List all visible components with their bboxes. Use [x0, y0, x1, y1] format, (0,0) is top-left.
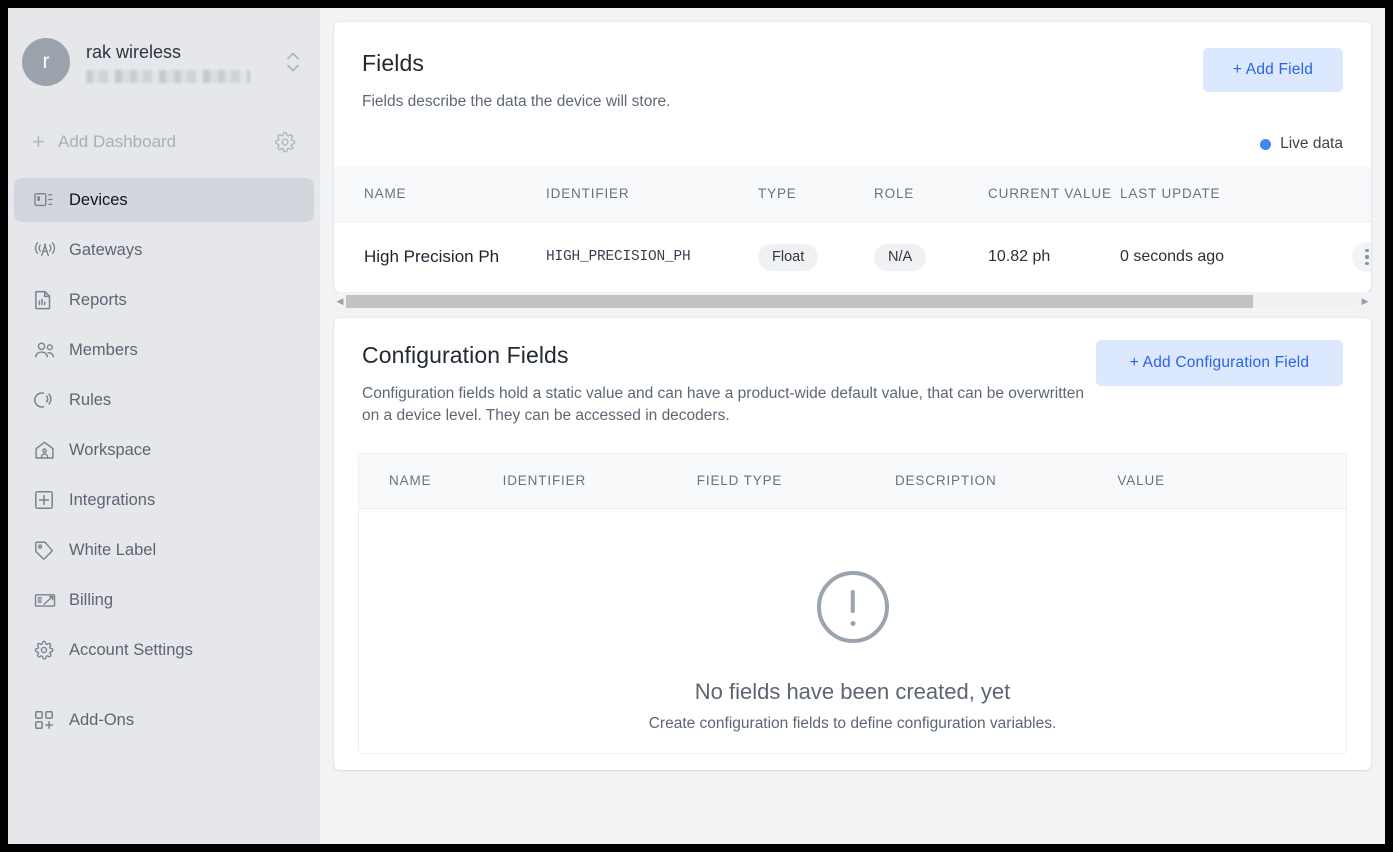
field-current-value: 10.82 ph	[988, 248, 1051, 265]
add-configuration-field-button[interactable]: + Add Configuration Field	[1096, 340, 1343, 386]
gear-icon[interactable]	[274, 131, 296, 153]
scroll-left-arrow-icon[interactable]: ◀	[334, 296, 346, 306]
rules-signal-icon	[34, 389, 60, 411]
field-role-cell: N/A	[874, 222, 988, 293]
status-badge: N/A	[874, 243, 927, 271]
main-content: Fields Fields describe the data the devi…	[320, 8, 1385, 844]
column-header-description[interactable]: DESCRIPTION	[895, 454, 1117, 509]
empty-state-title: No fields have been created, yet	[694, 679, 1011, 704]
configuration-fields-subtitle: Configuration fields hold a static value…	[362, 385, 1085, 424]
kebab-menu-icon[interactable]	[1352, 242, 1371, 272]
sidebar-item-white-label[interactable]: White Label	[14, 528, 314, 572]
sidebar-item-rules[interactable]: Rules	[14, 378, 314, 422]
sidebar-item-label: Members	[69, 340, 138, 359]
sidebar-item-label: Devices	[69, 190, 128, 209]
sidebar-item-billing[interactable]: Billing	[14, 578, 314, 622]
nav-divider-gap	[14, 678, 314, 698]
sidebar-item-label: Account Settings	[69, 640, 193, 659]
live-dot-icon	[1260, 138, 1272, 150]
column-header-role[interactable]: ROLE	[874, 167, 988, 222]
scrollbar-thumb[interactable]	[346, 294, 1253, 308]
empty-state: No fields have been created, yet Create …	[359, 509, 1346, 753]
sidebar-item-gateways[interactable]: Gateways	[14, 228, 314, 272]
fields-subtitle: Fields describe the data the device will…	[362, 93, 671, 110]
scrollbar-track[interactable]	[346, 294, 1359, 308]
configuration-fields-header: Configuration Fields Configuration field…	[334, 318, 1371, 427]
sidebar-item-integrations[interactable]: Integrations	[14, 478, 314, 522]
horizontal-scrollbar[interactable]: ◀ ▶	[334, 292, 1371, 310]
page-title: Fields	[362, 50, 424, 76]
sidebar-item-workspace[interactable]: Workspace	[14, 428, 314, 472]
add-dashboard-label: Add Dashboard	[58, 132, 177, 151]
column-header-type[interactable]: TYPE	[758, 167, 874, 222]
column-header-name[interactable]: NAME	[334, 167, 546, 222]
add-dashboard-button[interactable]: + Add Dashboard	[22, 122, 306, 162]
sidebar-item-devices[interactable]: Devices	[14, 178, 314, 222]
workspace-home-icon	[34, 439, 60, 461]
column-header-identifier[interactable]: IDENTIFIER	[546, 167, 758, 222]
avatar: r	[22, 38, 70, 86]
empty-state-cell: No fields have been created, yet Create …	[359, 509, 1346, 754]
field-last-update: 0 seconds ago	[1120, 248, 1225, 265]
gear-icon	[34, 639, 60, 661]
workspace-switcher[interactable]: r rak wireless	[8, 8, 320, 94]
scroll-right-arrow-icon[interactable]: ▶	[1359, 296, 1371, 306]
column-header-last-update[interactable]: LAST UPDATE	[1120, 167, 1320, 222]
fields-table-header-row: NAME IDENTIFIER TYPE ROLE CURRENT VALUE …	[334, 167, 1371, 222]
gateway-antenna-icon	[34, 239, 60, 261]
column-header-current-value[interactable]: CURRENT VALUE	[988, 167, 1120, 222]
app-window: r rak wireless + Add Dashboard Devices G…	[8, 8, 1385, 844]
integrations-plus-square-icon	[34, 489, 60, 511]
devices-icon	[34, 189, 60, 211]
fields-card: Fields Fields describe the data the devi…	[334, 22, 1371, 292]
sidebar-item-label: Reports	[69, 290, 127, 309]
workspace-email-redacted	[86, 70, 250, 83]
configuration-fields-table-wrapper: NAME IDENTIFIER FIELD TYPE DESCRIPTION V…	[358, 453, 1347, 754]
sidebar-item-label: Workspace	[69, 440, 152, 459]
report-document-icon	[34, 289, 60, 311]
live-data-label: Live data	[1280, 135, 1343, 152]
column-header-value[interactable]: VALUE	[1117, 454, 1346, 509]
column-header-field-type[interactable]: FIELD TYPE	[697, 454, 895, 509]
plus-icon: +	[32, 129, 45, 154]
field-type-cell: Float	[758, 222, 874, 293]
tag-icon	[34, 539, 60, 561]
sidebar-item-label: Rules	[69, 390, 112, 409]
chevron-up-down-icon	[284, 52, 302, 72]
column-header-identifier[interactable]: IDENTIFIER	[503, 454, 697, 509]
live-data-indicator: Live data	[334, 113, 1371, 167]
sidebar-item-label: Billing	[69, 590, 114, 609]
field-identifier: HIGH_PRECISION_PH	[546, 249, 691, 265]
sidebar: r rak wireless + Add Dashboard Devices G…	[8, 8, 320, 844]
configuration-fields-card: Configuration Fields Configuration field…	[334, 318, 1371, 770]
empty-state-subtitle: Create configuration fields to define co…	[648, 715, 1057, 732]
field-actions-cell	[1320, 222, 1371, 293]
fields-header: Fields Fields describe the data the devi…	[334, 22, 1371, 113]
status-badge: Float	[758, 243, 819, 271]
billing-check-icon	[34, 589, 60, 611]
workspace-name: rak wireless	[86, 42, 182, 62]
members-people-icon	[34, 339, 60, 361]
configuration-table-header-row: NAME IDENTIFIER FIELD TYPE DESCRIPTION V…	[359, 454, 1346, 509]
sidebar-item-label: Add-Ons	[69, 710, 135, 729]
configuration-fields-table: NAME IDENTIFIER FIELD TYPE DESCRIPTION V…	[359, 454, 1346, 753]
add-field-button[interactable]: + Add Field	[1203, 48, 1343, 92]
sidebar-item-label: Integrations	[69, 490, 156, 509]
sidebar-item-reports[interactable]: Reports	[14, 278, 314, 322]
table-row[interactable]: High Precision Ph HIGH_PRECISION_PH Floa…	[334, 222, 1371, 293]
sidebar-item-account-settings[interactable]: Account Settings	[14, 628, 314, 672]
column-header-name[interactable]: NAME	[359, 454, 503, 509]
sidebar-item-members[interactable]: Members	[14, 328, 314, 372]
alert-circle-icon	[816, 571, 889, 643]
configuration-empty-row: No fields have been created, yet Create …	[359, 509, 1346, 754]
column-header-actions	[1320, 167, 1371, 222]
sidebar-item-add-ons[interactable]: Add-Ons	[14, 698, 314, 742]
sidebar-item-label: Gateways	[69, 240, 143, 259]
sidebar-nav: Devices Gateways Reports Members Rules W…	[8, 178, 320, 742]
sidebar-item-label: White Label	[69, 540, 157, 559]
add-ons-grid-icon	[34, 709, 60, 731]
field-name: High Precision Ph	[364, 247, 500, 266]
fields-table: NAME IDENTIFIER TYPE ROLE CURRENT VALUE …	[334, 167, 1371, 292]
